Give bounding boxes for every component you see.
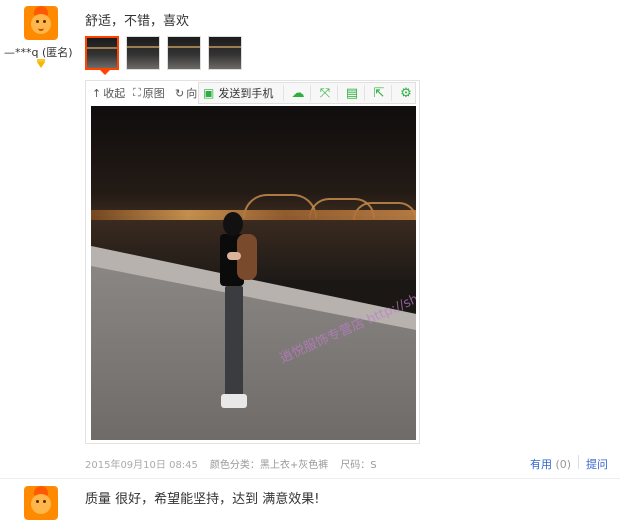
thumbnail-1[interactable] xyxy=(85,36,119,70)
review-text-2: 质量 很好，希望能坚持，达到 满意效果! xyxy=(85,492,320,507)
color-category: 颜色分类：黑上衣+灰色裤 xyxy=(209,460,329,471)
size-label: 尺码：S xyxy=(340,460,377,471)
rotate-icon: ↻ xyxy=(175,86,185,100)
review-photo[interactable]: 逍悦服饰专营店 http://shop33737 xyxy=(91,106,416,440)
collapse-arrow-icon: ↑ xyxy=(92,86,102,100)
thumbnail-2[interactable] xyxy=(126,36,160,70)
review-text: 舒适，不错，喜欢 xyxy=(85,14,190,29)
original-image-icon: ⛶ xyxy=(133,86,141,99)
username: —***q (匿名) xyxy=(4,46,73,59)
useful-button[interactable]: 有用 (0) xyxy=(530,456,571,472)
thumbnail-4[interactable] xyxy=(208,36,242,70)
image-viewer: ↑ 收起 ⛶ 原图 ↻ 向 ▣ 发送到手机 ☁ ⤧ ▤ ⇱ ⚙ 逍悦服饰专营店 … xyxy=(85,80,420,444)
review-date: 2015年09月10日 08:45 xyxy=(85,460,198,471)
settings-icon[interactable]: ⚙ xyxy=(391,85,414,101)
review-divider xyxy=(0,478,620,479)
share-icon[interactable]: ⇱ xyxy=(364,85,387,101)
ask-question-button[interactable]: 提问 xyxy=(586,456,608,472)
thumbnail-3[interactable] xyxy=(167,36,201,70)
active-thumb-arrow-icon xyxy=(100,70,110,75)
expand-icon[interactable]: ⤧ xyxy=(310,85,333,101)
send-to-phone-button[interactable]: ▣ 发送到手机 xyxy=(203,85,273,101)
user-avatar-2[interactable] xyxy=(24,486,58,520)
share-toolbar: ▣ 发送到手机 ☁ ⤧ ▤ ⇱ ⚙ xyxy=(198,82,416,104)
original-image-button[interactable]: ⛶ 原图 xyxy=(133,85,165,101)
save-icon[interactable]: ▤ xyxy=(337,85,360,101)
vip-badge-icon xyxy=(37,59,45,68)
useful-count: (0) xyxy=(555,458,572,471)
collapse-button[interactable]: ↑ 收起 xyxy=(92,85,125,101)
user-avatar[interactable] xyxy=(24,6,58,40)
rotate-button[interactable]: ↻ 向 xyxy=(175,85,197,101)
review-meta: 2015年09月10日 08:45 颜色分类：黑上衣+灰色裤 尺码：S xyxy=(85,456,377,471)
phone-icon: ▣ xyxy=(203,86,215,100)
cloud-icon[interactable]: ☁ xyxy=(283,85,306,101)
divider xyxy=(578,455,579,469)
